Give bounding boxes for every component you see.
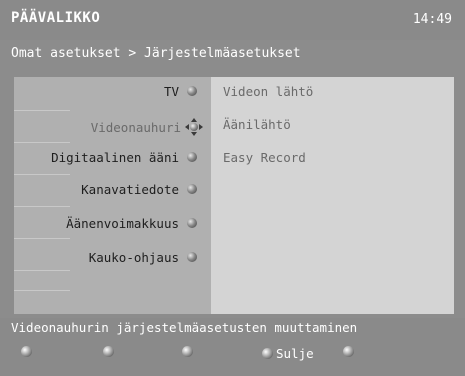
navigation-cross-icon bbox=[185, 118, 203, 136]
menu-item-kauko-ohjaus[interactable]: Kauko-ohjaus bbox=[89, 246, 211, 268]
submenu-item-videon-lahto[interactable]: Videon lähtö bbox=[223, 84, 313, 99]
submenu-item-easy-record[interactable]: Easy Record bbox=[223, 150, 306, 165]
clock: 14:49 bbox=[412, 12, 452, 27]
close-button[interactable]: Sulje bbox=[262, 346, 314, 361]
bullet-icon bbox=[187, 152, 197, 162]
bullet-icon bbox=[187, 252, 197, 262]
color-key-icon bbox=[262, 348, 273, 359]
close-button-label: Sulje bbox=[276, 346, 314, 361]
menu-item-kanavatiedote[interactable]: Kanavatiedote bbox=[81, 178, 211, 200]
menu-divider bbox=[14, 290, 70, 291]
menu-item-label: TV bbox=[163, 83, 179, 99]
menu-item-tv[interactable]: TV bbox=[164, 80, 211, 102]
menu-item-digitaalinen-aani[interactable]: Digitaalinen ääni bbox=[51, 146, 211, 168]
footer-button-2[interactable] bbox=[103, 346, 117, 357]
bullet-icon bbox=[187, 218, 197, 228]
menu-divider bbox=[14, 270, 70, 271]
color-key-icon bbox=[343, 346, 354, 357]
tv-menu-screen: PÄÄVALIKKO 14:49 Omat asetukset > Järjes… bbox=[0, 0, 465, 376]
bullet-icon bbox=[187, 86, 197, 96]
menu-divider bbox=[14, 206, 70, 207]
bullet-icon bbox=[187, 184, 197, 194]
menu-item-label: Digitaalinen ääni bbox=[51, 149, 179, 165]
menu-divider bbox=[14, 142, 70, 143]
menu-item-aanenvoimakkuus[interactable]: Äänenvoimakkuus bbox=[66, 212, 211, 234]
menu-divider bbox=[14, 174, 70, 175]
menu-item-label: Äänenvoimakkuus bbox=[66, 215, 179, 231]
breadcrumb: Omat asetukset > Järjestelmäasetukset bbox=[11, 46, 301, 61]
color-key-icon bbox=[21, 346, 32, 357]
color-key-icon bbox=[182, 346, 193, 357]
submenu-panel bbox=[211, 77, 454, 314]
menu-divider bbox=[14, 238, 70, 239]
menu-divider bbox=[14, 110, 70, 111]
footer-button-5[interactable] bbox=[343, 346, 357, 357]
color-key-icon bbox=[103, 346, 114, 357]
status-text: Videonauhurin järjestelmäasetusten muutt… bbox=[11, 320, 358, 335]
menu-item-label: Kauko-ohjaus bbox=[88, 249, 179, 265]
page-title: PÄÄVALIKKO bbox=[11, 10, 101, 26]
menu-item-label: Kanavatiedote bbox=[81, 181, 179, 197]
footer-button-3[interactable] bbox=[182, 346, 196, 357]
submenu-item-aanilahto[interactable]: Äänilähtö bbox=[223, 117, 291, 132]
menu-item-label: Videonauhuri bbox=[90, 119, 181, 135]
menu-item-videonauhuri[interactable]: Videonauhuri bbox=[91, 116, 211, 138]
footer-button-1[interactable] bbox=[21, 346, 35, 357]
